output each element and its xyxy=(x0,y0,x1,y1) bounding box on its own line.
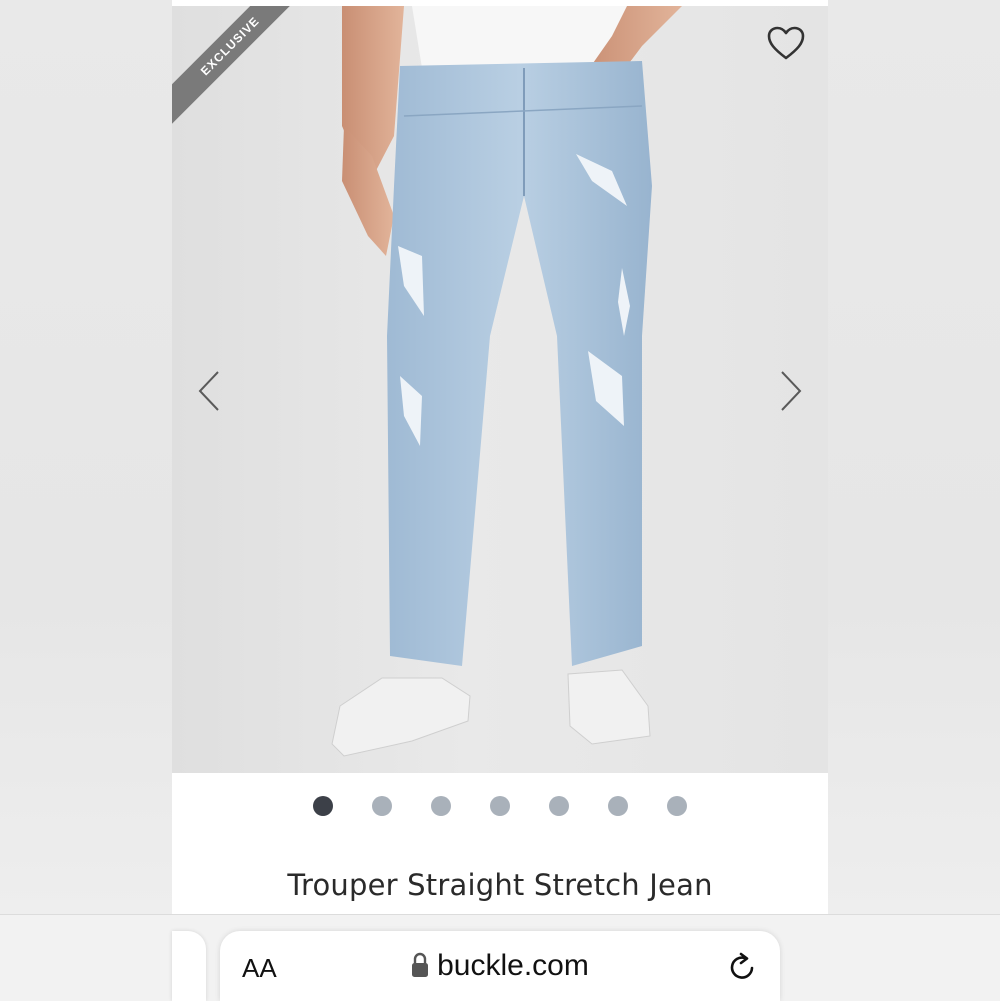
blurred-side-left xyxy=(0,0,172,1000)
carousel-pagination xyxy=(172,796,828,818)
product-page: EXCLUSIVE Trouper Straight Stretch Jean xyxy=(172,0,828,1000)
carousel-dot-5[interactable] xyxy=(549,796,569,816)
carousel-dot-7[interactable] xyxy=(667,796,687,816)
chevron-left-icon[interactable] xyxy=(194,366,224,416)
carousel-dot-2[interactable] xyxy=(372,796,392,816)
browser-toolbar: AA buckle.com xyxy=(0,914,1000,1001)
lock-icon xyxy=(412,952,429,977)
heart-outline-icon[interactable] xyxy=(766,24,806,64)
carousel-dot-6[interactable] xyxy=(608,796,628,816)
carousel-dot-4[interactable] xyxy=(490,796,510,816)
product-title: Trouper Straight Stretch Jean xyxy=(287,868,713,902)
url-text: buckle.com xyxy=(437,949,589,982)
carousel-dot-1[interactable] xyxy=(313,796,333,816)
blurred-side-right xyxy=(828,0,1000,1000)
product-image-carousel[interactable]: EXCLUSIVE xyxy=(172,6,828,773)
product-photo xyxy=(331,6,682,757)
carousel-dot-3[interactable] xyxy=(431,796,451,816)
reload-icon[interactable] xyxy=(726,951,758,983)
previous-tab-edge[interactable] xyxy=(172,931,206,1001)
address-bar[interactable]: AA buckle.com xyxy=(220,931,780,1001)
url-display[interactable]: buckle.com xyxy=(220,949,780,983)
chevron-right-icon[interactable] xyxy=(776,366,806,416)
